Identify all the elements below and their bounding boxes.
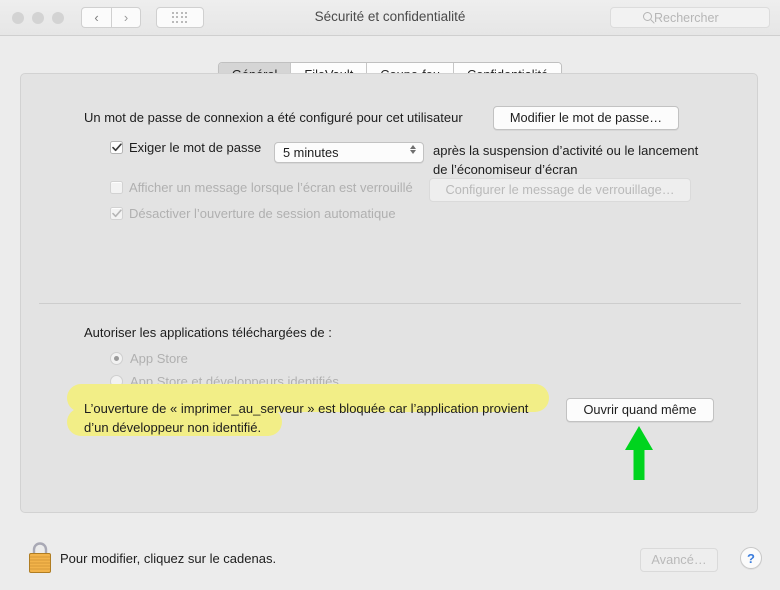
password-status-row: Un mot de passe de connexion a été confi…	[84, 110, 463, 125]
disable-auto-login-checkbox[interactable]	[110, 207, 123, 220]
disable-auto-login-label: Désactiver l’ouverture de session automa…	[129, 206, 396, 221]
search-icon	[643, 12, 652, 21]
blocked-app-warning-line1: L’ouverture de « imprimer_au_serveur » e…	[84, 401, 528, 416]
navigation-buttons: ‹ ›	[81, 7, 141, 28]
password-delay-suffix-line1: après la suspension d’activité ou le lan…	[433, 143, 698, 158]
show-lock-message-checkbox[interactable]	[110, 181, 123, 194]
disable-auto-login-row[interactable]: Désactiver l’ouverture de session automa…	[110, 206, 396, 221]
grid-icon	[172, 12, 189, 24]
open-anyway-button[interactable]: Ouvrir quand même	[566, 398, 714, 422]
show-all-button[interactable]	[156, 7, 204, 28]
blocked-app-warning-line2: d’un développeur non identifié.	[84, 420, 261, 435]
show-lock-message-row[interactable]: Afficher un message lorsque l’écran est …	[110, 180, 413, 195]
password-status-label: Un mot de passe de connexion a été confi…	[84, 110, 463, 125]
radio-app-store[interactable]	[110, 352, 123, 365]
require-password-row[interactable]: Exiger le mot de passe	[110, 140, 261, 155]
password-delay-value: 5 minutes	[283, 145, 338, 160]
back-button[interactable]: ‹	[81, 7, 111, 28]
lock-icon[interactable]	[26, 540, 54, 579]
change-password-button[interactable]: Modifier le mot de passe…	[493, 106, 679, 130]
zoom-button[interactable]	[52, 12, 64, 24]
advanced-button[interactable]: Avancé…	[640, 548, 718, 572]
lock-hint-text: Pour modifier, cliquez sur le cadenas.	[60, 551, 276, 566]
stepper-arrows-icon	[410, 145, 416, 154]
password-delay-select[interactable]: 5 minutes	[274, 142, 424, 163]
radio-app-store-label: App Store	[130, 351, 188, 366]
configure-lock-message-button[interactable]: Configurer le message de verrouillage…	[429, 178, 691, 202]
password-delay-suffix-line2: de l’économiseur d’écran	[433, 162, 578, 177]
require-password-label: Exiger le mot de passe	[129, 140, 261, 155]
help-button[interactable]: ?	[740, 547, 762, 569]
green-arrow-annotation-icon	[620, 424, 658, 487]
section-divider	[39, 303, 741, 304]
radio-app-store-row[interactable]: App Store	[110, 351, 188, 366]
require-password-checkbox[interactable]	[110, 141, 123, 154]
allow-downloads-heading: Autoriser les applications téléchargées …	[84, 325, 332, 340]
forward-button[interactable]: ›	[111, 7, 141, 28]
search-placeholder: Rechercher	[654, 11, 719, 25]
search-field[interactable]: Rechercher	[610, 7, 770, 28]
close-button[interactable]	[12, 12, 24, 24]
window-traffic-lights	[12, 12, 64, 24]
system-preferences-window: ‹ › Sécurité et confidentialité Recherch…	[0, 0, 780, 590]
minimize-button[interactable]	[32, 12, 44, 24]
show-lock-message-label: Afficher un message lorsque l’écran est …	[129, 180, 413, 195]
blocked-app-warning: L’ouverture de « imprimer_au_serveur » e…	[84, 399, 554, 437]
window-titlebar: ‹ › Sécurité et confidentialité Recherch…	[0, 0, 780, 36]
